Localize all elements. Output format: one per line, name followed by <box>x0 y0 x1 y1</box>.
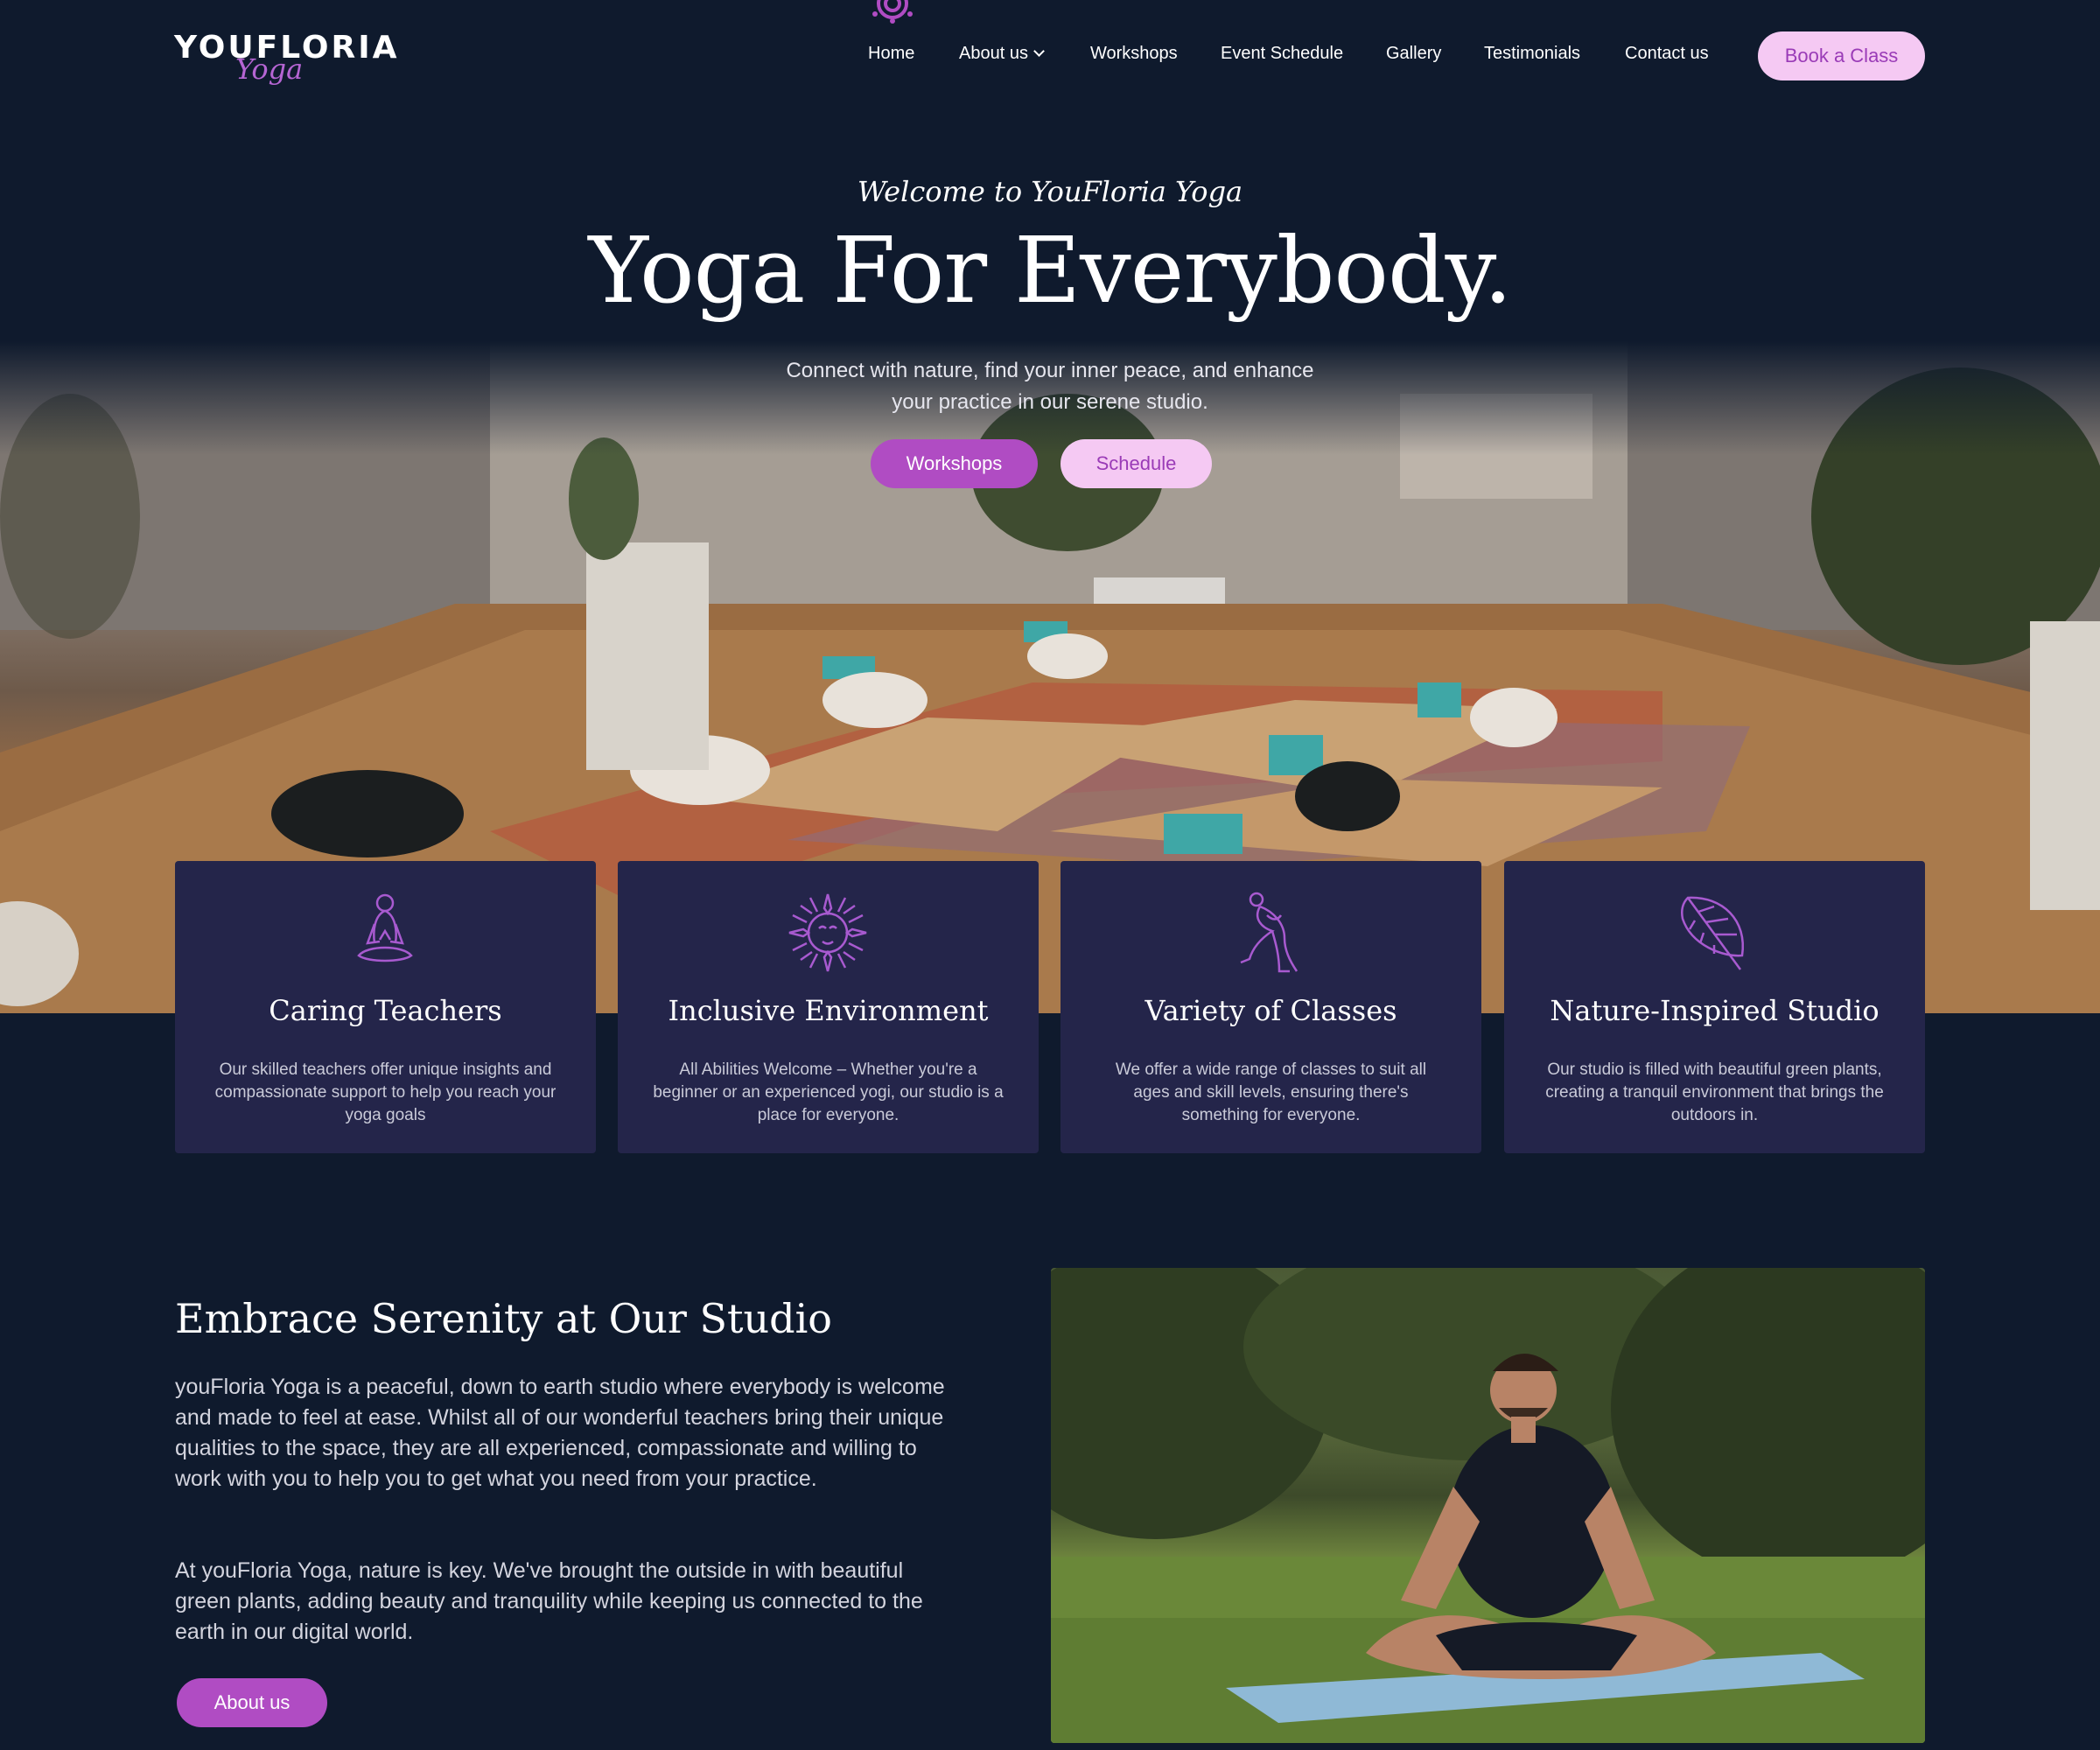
book-class-button[interactable]: Book a Class <box>1758 32 1925 80</box>
site-logo[interactable]: YOUFLORIA Yoga <box>174 30 396 91</box>
hero-kicker: Welcome to YouFloria Yoga <box>857 175 1243 208</box>
monstera-leaf-icon <box>1681 896 1745 970</box>
feature-card-variety-of-classes: Variety of Classes We offer a wide range… <box>1060 861 1481 1153</box>
chevron-down-icon <box>1033 46 1045 57</box>
hero-title: Yoga For Everybody. <box>588 217 1512 324</box>
feature-text: Our skilled teachers offer unique insigh… <box>214 1060 556 1124</box>
feature-title: Inclusive Environment <box>668 994 989 1027</box>
feature-text: We offer a wide range of classes to suit… <box>1115 1060 1427 1124</box>
nav-testimonials[interactable]: Testimonials <box>1484 44 1580 64</box>
meditation-outdoor-image <box>1051 1268 1925 1743</box>
feature-title: Caring Teachers <box>269 994 502 1027</box>
about-us-button[interactable]: About us <box>177 1678 327 1727</box>
hero-subtitle: Connect with nature, find your inner pea… <box>0 355 2100 418</box>
meditating-person-icon <box>357 893 413 962</box>
feature-text: Our studio is filled with beautiful gree… <box>1545 1060 1884 1124</box>
feature-title: Variety of Classes <box>1144 994 1397 1027</box>
nav-workshops[interactable]: Workshops <box>1090 44 1178 64</box>
schedule-button[interactable]: Schedule <box>1060 439 1212 488</box>
nav-event-schedule[interactable]: Event Schedule <box>1221 44 1343 64</box>
nav-contact[interactable]: Contact us <box>1625 44 1709 64</box>
nav-gallery[interactable]: Gallery <box>1386 44 1441 64</box>
hero-subtitle-line-1: Connect with nature, find your inner pea… <box>786 359 1314 382</box>
sun-face-icon <box>788 893 867 972</box>
feature-card-caring-teachers: Caring Teachers Our skilled teachers off… <box>175 861 596 1153</box>
about-title: Embrace Serenity at Our Studio <box>175 1295 833 1342</box>
feature-title: Nature-Inspired Studio <box>1550 994 1880 1027</box>
about-paragraph-1: youFloria Yoga is a peaceful, down to ea… <box>175 1375 945 1491</box>
workshops-button[interactable]: Workshops <box>871 439 1038 488</box>
yoga-pose-icon <box>1240 892 1298 973</box>
feature-text: All Abilities Welcome – Whether you're a… <box>653 1060 1004 1124</box>
logo-subtitle: Yoga <box>235 52 304 86</box>
hero-subtitle-line-2: your practice in our serene studio. <box>892 390 1208 414</box>
lotus-ornament-icon <box>872 0 913 24</box>
about-paragraph-2: At youFloria Yoga, nature is key. We've … <box>175 1558 923 1644</box>
nav-about[interactable]: About us <box>959 44 1045 64</box>
nav-home[interactable]: Home <box>868 44 914 64</box>
feature-card-inclusive-environment: Inclusive Environment All Abilities Welc… <box>618 861 1039 1153</box>
nav-about-label: About us <box>959 44 1028 63</box>
feature-card-nature-inspired-studio: Nature-Inspired Studio Our studio is fil… <box>1504 861 1925 1153</box>
